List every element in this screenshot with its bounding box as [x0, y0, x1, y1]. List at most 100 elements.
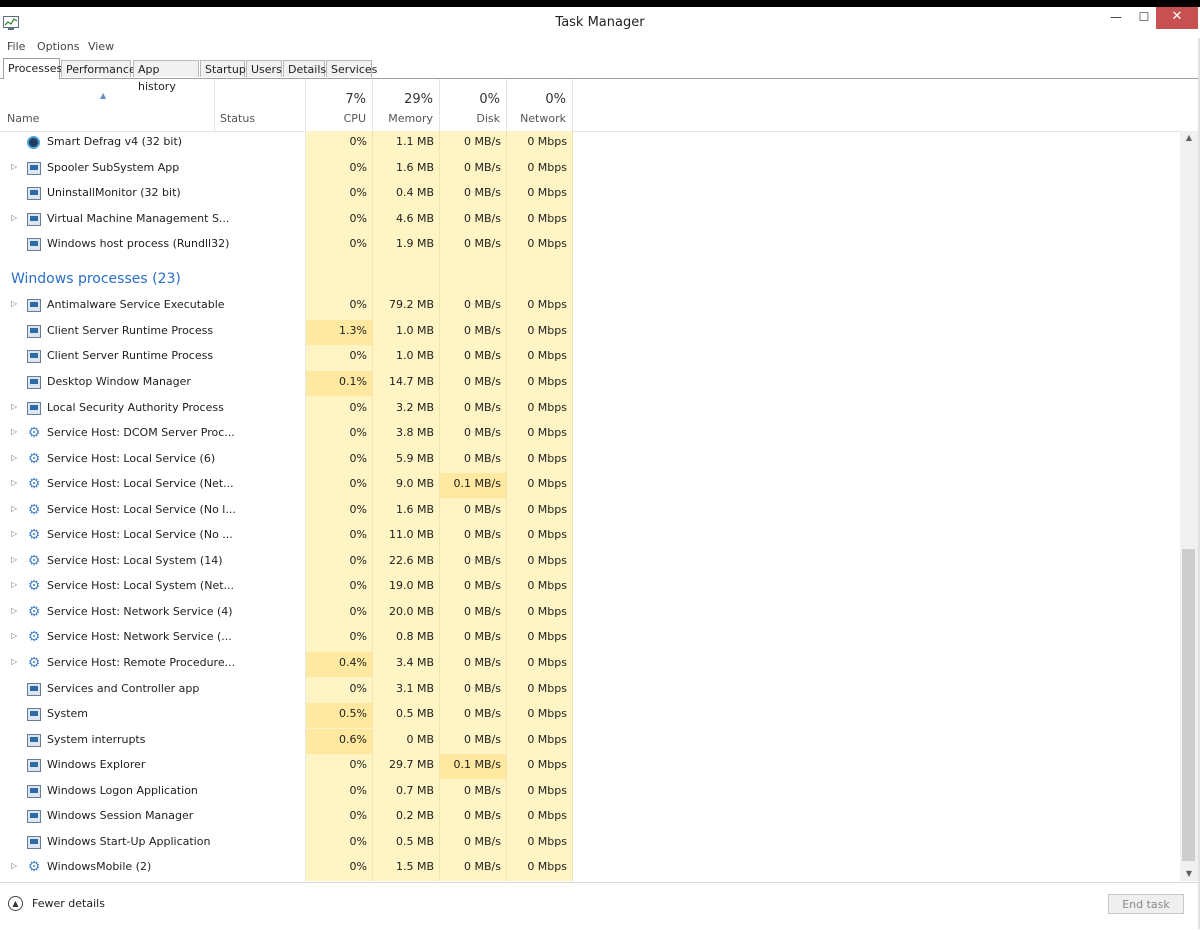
table-row[interactable]: ▷ Virtual Machine Management S... 0% 4.6 MB… [0, 208, 1180, 233]
chevron-up-icon: ▲ [8, 896, 23, 911]
column-memory[interactable]: 29% Memory [373, 79, 440, 131]
maximize-button[interactable]: ☐ [1130, 7, 1158, 29]
process-name: Local Security Authority Process [47, 400, 224, 414]
table-row[interactable]: Windows Explorer 0% 29.7 MB 0.1 MB/s 0 Mbps [0, 754, 1180, 780]
memory-value: 0.4 MB [395, 186, 434, 200]
table-row[interactable]: Windows Session Manager 0% 0.2 MB 0 MB/s 0 M… [0, 805, 1180, 830]
tab-services[interactable]: Services [326, 60, 377, 77]
minimize-button[interactable]: — [1102, 7, 1130, 29]
column-cpu[interactable]: 7% CPU [306, 79, 373, 131]
expand-icon[interactable]: ▷ [11, 427, 17, 436]
process-name: Virtual Machine Management S... [47, 211, 230, 225]
network-total: 0% [545, 92, 566, 107]
table-row[interactable]: ▷ ⚙ Service Host: Local System (Net... 0% 19… [0, 575, 1180, 600]
disk-value: 0.1 MB/s [453, 758, 501, 772]
expand-icon[interactable]: ▷ [11, 402, 17, 411]
process-name: WindowsMobile (2) [47, 860, 152, 874]
column-disk[interactable]: 0% Disk [440, 79, 507, 131]
memory-total: 29% [404, 92, 433, 107]
table-row[interactable]: ▷ ⚙ Service Host: Local Service (No ... 0% 1… [0, 524, 1180, 549]
vertical-scrollbar[interactable]: ▲ ▼ [1180, 131, 1198, 881]
cpu-value: 0% [349, 349, 367, 363]
memory-value: 3.2 MB [395, 400, 434, 414]
tab-users[interactable]: Users [246, 60, 282, 77]
table-row[interactable]: UninstallMonitor (32 bit) 0% 0.4 MB 0 MB/s 0… [0, 182, 1180, 207]
table-row[interactable]: ▷ ⚙ Service Host: Local System (14) 0% 22.6 … [0, 550, 1180, 575]
end-task-button[interactable]: End task [1108, 894, 1184, 914]
expand-icon[interactable]: ▷ [11, 529, 17, 538]
process-name: Service Host: Remote Procedure... [47, 656, 236, 669]
expand-icon[interactable]: ▷ [11, 213, 17, 222]
expand-icon[interactable]: ▷ [11, 453, 17, 462]
defrag-icon [27, 136, 40, 149]
expand-icon[interactable]: ▷ [11, 555, 17, 564]
scroll-down-icon[interactable]: ▼ [1180, 867, 1198, 881]
table-row[interactable]: Windows host process (Rundll32) 0% 1.9 MB 0… [0, 233, 1180, 258]
table-row[interactable]: ▷ Local Security Authority Process 0% 3.2 M… [0, 397, 1180, 422]
table-row[interactable]: ▷ ⚙ Service Host: Local Service (6) 0% 5.9 M… [0, 448, 1180, 473]
cpu-value: 0% [349, 604, 367, 618]
column-name[interactable]: ▲ Name [0, 79, 215, 131]
close-button[interactable]: ✕ [1156, 7, 1198, 29]
process-name: Client Server Runtime Process [47, 323, 214, 337]
table-row[interactable]: Client Server Runtime Process 0% 1.0 MB 0 M… [0, 345, 1180, 370]
memory-value: 79.2 MB [388, 298, 434, 312]
expand-icon[interactable]: ▷ [11, 861, 17, 870]
table-row[interactable]: Client Server Runtime Process 1.3% 1.0 MB 0… [0, 319, 1180, 345]
scroll-up-icon[interactable]: ▲ [1180, 131, 1198, 145]
expand-icon[interactable]: ▷ [11, 478, 17, 487]
cpu-value: 0.4% [339, 656, 367, 669]
memory-value: 1.6 MB [395, 502, 434, 516]
expand-icon[interactable]: ▷ [11, 162, 17, 171]
table-row[interactable]: ▷ ⚙ Service Host: DCOM Server Proc... 0% 3.8… [0, 422, 1180, 447]
network-value: 0 Mbps [527, 298, 567, 312]
network-label: Network [520, 112, 566, 125]
cpu-value: 0% [349, 160, 367, 174]
table-row[interactable]: ▷ Antimalware Service Executable 0% 79.2 MB… [0, 294, 1180, 319]
tab-app-history[interactable]: App history [133, 60, 199, 93]
tab-performance[interactable]: Performance [61, 60, 136, 77]
expand-icon[interactable]: ▷ [11, 580, 17, 589]
tab-processes[interactable]: Processes [3, 58, 62, 79]
cpu-value: 0% [349, 630, 367, 644]
table-row[interactable]: Windows Start-Up Application 0% 0.5 MB 0 MB… [0, 831, 1180, 856]
expand-icon[interactable]: ▷ [11, 606, 17, 615]
column-name-label: Name [7, 112, 40, 125]
cpu-value: 0.5% [339, 707, 367, 721]
table-row[interactable]: ▷ ⚙ Service Host: Local Service (No l... 0%… [0, 499, 1180, 524]
expand-icon[interactable]: ▷ [11, 504, 17, 513]
table-row[interactable]: Smart Defrag v4 (32 bit) 0% 1.1 MB 0 MB/s 0 … [0, 131, 1180, 156]
scroll-thumb[interactable] [1182, 549, 1195, 861]
expand-icon[interactable]: ▷ [11, 657, 17, 666]
table-row[interactable]: ▷ ⚙ Service Host: Local Service (Net... 0% 9… [0, 473, 1180, 499]
table-row[interactable]: ▷ ⚙ Service Host: Network Service (... 0% 0.… [0, 626, 1180, 651]
table-row[interactable]: Windows Logon Application 0% 0.7 MB 0 MB/s 0… [0, 780, 1180, 805]
table-row[interactable]: ▷ ⚙ WindowsMobile (2) 0% 1.5 MB 0 MB/s 0 Mbps [0, 856, 1180, 881]
cpu-value: 0% [349, 298, 367, 312]
expand-icon[interactable]: ▷ [11, 631, 17, 640]
expand-icon[interactable]: ▷ [11, 299, 17, 308]
table-row[interactable]: Services and Controller app 0% 3.1 MB 0 MB/… [0, 678, 1180, 703]
column-status[interactable]: Status [215, 79, 306, 131]
tab-details[interactable]: Details [283, 60, 326, 77]
network-value: 0 Mbps [527, 630, 567, 644]
process-name: Service Host: Network Service (... [47, 630, 232, 644]
table-row[interactable]: System 0.5% 0.5 MB 0 MB/s 0 Mbps [0, 703, 1180, 729]
menu-file[interactable]: File [7, 40, 25, 53]
window-icon [27, 375, 41, 389]
table-row[interactable]: ▷ ⚙ Service Host: Network Service (4) 0% 20.… [0, 601, 1180, 626]
table-row[interactable]: ▷ Spooler SubSystem App 0% 1.6 MB 0 MB/s 0 Mb… [0, 157, 1180, 182]
process-name: Service Host: Local Service (No l... [47, 502, 236, 516]
process-name: Spooler SubSystem App [47, 160, 180, 174]
column-network[interactable]: 0% Network [507, 79, 573, 131]
group-header[interactable]: Windows processes (23) [0, 259, 1180, 295]
memory-value: 1.5 MB [395, 860, 434, 874]
menu-view[interactable]: View [88, 40, 114, 53]
table-row[interactable]: ▷ ⚙ Service Host: Remote Procedure... 0.4% 3… [0, 652, 1180, 677]
table-row[interactable]: Desktop Window Manager 0.1% 14.7 MB 0 MB/s 0… [0, 370, 1180, 396]
table-row[interactable]: System interrupts 0.6% 0 MB 0 MB/s 0 Mbps [0, 728, 1180, 754]
network-value: 0 Mbps [527, 374, 567, 388]
menu-options[interactable]: Options [37, 40, 79, 53]
process-name: UninstallMonitor (32 bit) [47, 186, 181, 200]
tab-startup[interactable]: Startup [200, 60, 246, 77]
